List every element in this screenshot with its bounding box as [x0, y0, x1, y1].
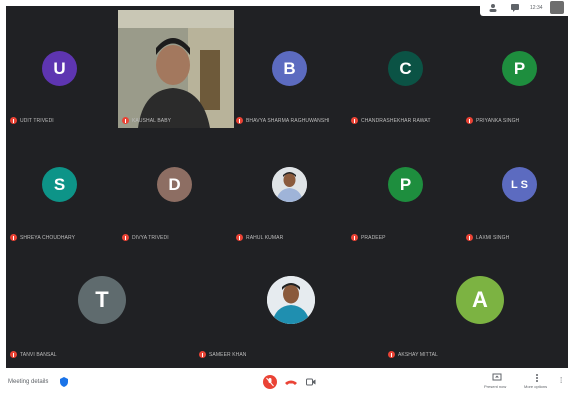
present-icon[interactable] [492, 373, 502, 383]
participant-name-self: KAUSHAL BABY [122, 117, 171, 124]
camera-icon[interactable] [306, 377, 316, 387]
self-video-feed [118, 10, 234, 128]
avatar-p1: P [502, 51, 537, 86]
mic-muted-icon [236, 234, 243, 241]
more-options-icon[interactable] [532, 373, 542, 383]
mic-muted-icon [10, 234, 17, 241]
mic-muted-icon [351, 117, 358, 124]
participant-grid: U UDIT TRIVEDI KAUSHAL BABY B BHAVYA SHA… [6, 6, 568, 368]
mic-muted-icon [466, 117, 473, 124]
profile-photo-icon [272, 167, 307, 202]
avatar-ls: L S [502, 167, 537, 202]
avatar-b: B [272, 51, 307, 86]
present-label[interactable]: Present now [484, 384, 506, 389]
side-panel-toggle-icon[interactable]: ⁞ [560, 376, 562, 385]
participant-name-p1: PRIYANKA SINGH [466, 117, 519, 124]
participant-name-p2: PRADEEP [351, 234, 386, 241]
avatar-photo-2 [267, 276, 315, 324]
participants-icon[interactable] [488, 3, 498, 13]
mic-muted-icon [10, 351, 17, 358]
bottom-control-bar: Meeting details ⌃ Present now More optio… [0, 370, 572, 394]
avatar-d: D [157, 167, 192, 202]
mic-muted-icon [466, 234, 473, 241]
participant-name-c: CHANDRASHEKHAR RAWAT [351, 117, 431, 124]
chevron-up-icon[interactable]: ⌃ [45, 379, 49, 385]
mic-muted-icon [388, 351, 395, 358]
avatar-a: A [456, 276, 504, 324]
more-options-label[interactable]: More options [524, 384, 547, 389]
avatar-u: U [42, 51, 77, 86]
meeting-details-link[interactable]: Meeting details [8, 379, 48, 385]
participant-name-s: SHREYA CHOUDHARY [10, 234, 75, 241]
mic-muted-icon [122, 117, 129, 124]
mic-muted-icon [199, 351, 206, 358]
self-view-thumbnail[interactable] [550, 1, 564, 14]
avatar-t: T [78, 276, 126, 324]
avatar-c: C [388, 51, 423, 86]
participant-name-t: TANVI BANSAL [10, 351, 57, 358]
participant-name-photo2: SAMEER KHAN [199, 351, 247, 358]
participant-name-b: BHAVYA SHARMA RAGHUWANSHI [236, 117, 330, 124]
chat-icon[interactable] [510, 3, 520, 13]
participant-name-photo1: RAHUL KUMAR [236, 234, 283, 241]
participant-name-u: UDIT TRIVEDI [10, 117, 54, 124]
hang-up-icon[interactable] [284, 377, 298, 387]
mic-muted-icon [351, 234, 358, 241]
participant-name-a: AKSHAY MITTAL [388, 351, 438, 358]
participant-name-ls: LAXMI SINGH [466, 234, 509, 241]
mic-muted-icon [122, 234, 129, 241]
mic-muted-icon [236, 117, 243, 124]
mic-muted-icon [10, 117, 17, 124]
self-video-tile [118, 10, 234, 128]
shield-icon[interactable] [60, 377, 68, 387]
top-toolbar: 12:34 [480, 0, 570, 16]
participant-name-d: DIVYA TRIVEDI [122, 234, 169, 241]
clock-text: 12:34 [530, 5, 543, 11]
avatar-s: S [42, 167, 77, 202]
avatar-photo-1 [272, 167, 307, 202]
mic-off-icon [266, 377, 274, 387]
mic-toggle-button[interactable] [263, 375, 277, 389]
avatar-p2: P [388, 167, 423, 202]
profile-photo-icon [267, 276, 315, 324]
